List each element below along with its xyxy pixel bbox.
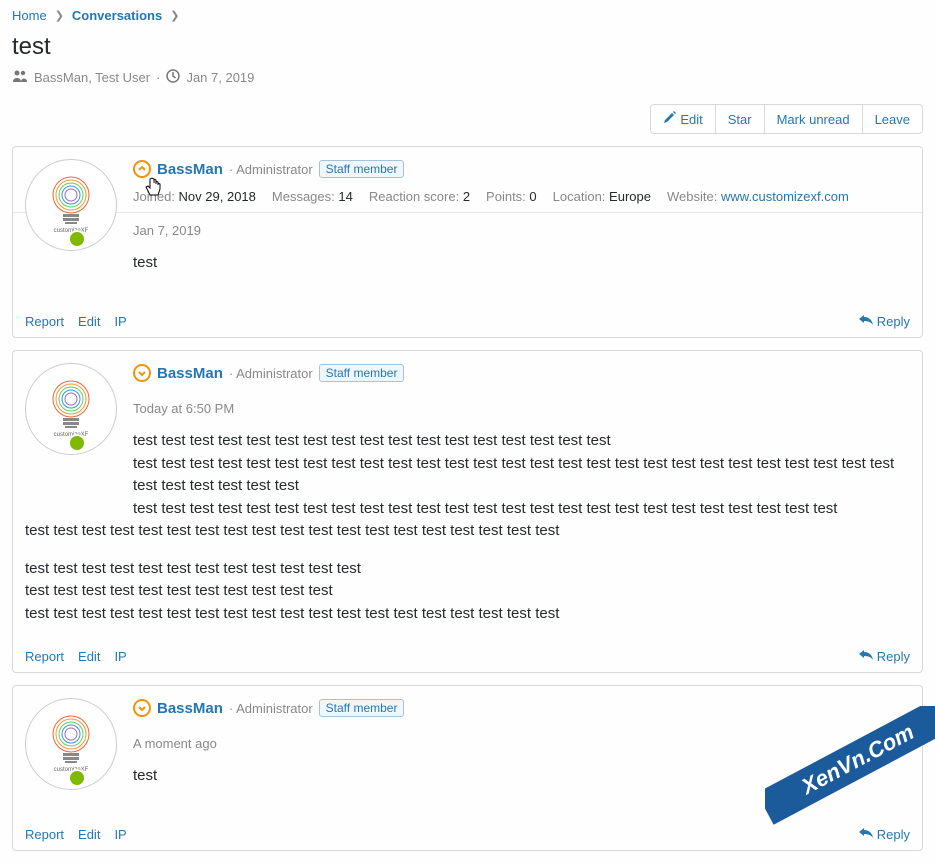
online-status-icon — [68, 230, 86, 248]
pencil-icon — [663, 111, 676, 127]
breadcrumb: Home ❯ Conversations ❯ — [0, 0, 935, 31]
author-role: Administrator — [229, 162, 313, 177]
edit-link[interactable]: Edit — [78, 649, 100, 664]
avatar[interactable]: customizeXF — [25, 363, 117, 455]
message-header: BassMan Administrator Staff member — [13, 686, 922, 726]
staff-badge: Staff member — [319, 699, 405, 717]
edit-link[interactable]: Edit — [78, 827, 100, 842]
expand-toggle-icon[interactable] — [133, 364, 151, 382]
message: customizeXF BassMan Administrator Staff … — [12, 146, 923, 338]
author-role: Administrator — [229, 366, 313, 381]
message-body: test — [13, 246, 922, 291]
reply-icon — [859, 314, 873, 329]
online-status-icon — [68, 769, 86, 787]
message-body: test — [13, 759, 922, 804]
edit-button[interactable]: Edit — [650, 104, 715, 134]
report-link[interactable]: Report — [25, 314, 64, 329]
participants-label: BassMan, Test User — [34, 70, 150, 85]
message-footer: Report Edit IP Reply — [13, 819, 922, 850]
reply-icon — [859, 827, 873, 842]
collapse-toggle-icon[interactable] — [133, 160, 151, 178]
online-status-icon — [68, 434, 86, 452]
message-header: BassMan Administrator Staff member — [13, 351, 922, 391]
reply-link[interactable]: Reply — [859, 314, 910, 329]
avatar[interactable]: customizeXF — [25, 698, 117, 790]
breadcrumb-home[interactable]: Home — [12, 8, 47, 23]
message: customizeXF BassMan Administrator Staff … — [12, 685, 923, 851]
start-date-label: Jan 7, 2019 — [186, 70, 254, 85]
conversation-meta: BassMan, Test User · Jan 7, 2019 — [0, 69, 935, 98]
message-footer: Report Edit IP Reply — [13, 641, 922, 672]
page-title: test — [0, 31, 935, 69]
message-body: test test test test test test test test … — [13, 424, 922, 641]
staff-badge: Staff member — [319, 364, 405, 382]
message-header: BassMan Administrator Staff member — [13, 147, 922, 187]
users-icon — [12, 69, 28, 86]
author-link[interactable]: BassMan — [157, 365, 223, 382]
message-date: A moment ago — [13, 726, 922, 759]
report-link[interactable]: Report — [25, 827, 64, 842]
ip-link[interactable]: IP — [114, 827, 126, 842]
author-link[interactable]: BassMan — [157, 161, 223, 178]
conversation-actions: Edit Star Mark unread Leave — [0, 98, 935, 146]
author-link[interactable]: BassMan — [157, 700, 223, 717]
reply-link[interactable]: Reply — [859, 827, 910, 842]
edit-link[interactable]: Edit — [78, 314, 100, 329]
reply-icon — [859, 649, 873, 664]
author-role: Administrator — [229, 701, 313, 716]
reply-link[interactable]: Reply — [859, 649, 910, 664]
ip-link[interactable]: IP — [114, 314, 126, 329]
star-button[interactable]: Star — [716, 104, 765, 134]
report-link[interactable]: Report — [25, 649, 64, 664]
staff-badge: Staff member — [319, 160, 405, 178]
expand-toggle-icon[interactable] — [133, 699, 151, 717]
breadcrumb-conversations[interactable]: Conversations — [72, 8, 162, 23]
mark-unread-button[interactable]: Mark unread — [765, 104, 863, 134]
user-details-panel: Joined: Nov 29, 2018 Messages: 14 Reacti… — [13, 187, 922, 213]
message-date: Today at 6:50 PM — [13, 391, 922, 424]
avatar[interactable]: customizeXF — [25, 159, 117, 251]
website-link[interactable]: www.customizexf.com — [721, 189, 849, 204]
message-footer: Report Edit IP Reply — [13, 306, 922, 337]
clock-icon — [166, 69, 180, 86]
message-date: Jan 7, 2019 — [13, 213, 922, 246]
chevron-right-icon: ❯ — [170, 9, 179, 22]
chevron-right-icon: ❯ — [55, 9, 64, 22]
message: customizeXF BassMan Administrator Staff … — [12, 350, 923, 673]
ip-link[interactable]: IP — [114, 649, 126, 664]
leave-button[interactable]: Leave — [863, 104, 923, 134]
